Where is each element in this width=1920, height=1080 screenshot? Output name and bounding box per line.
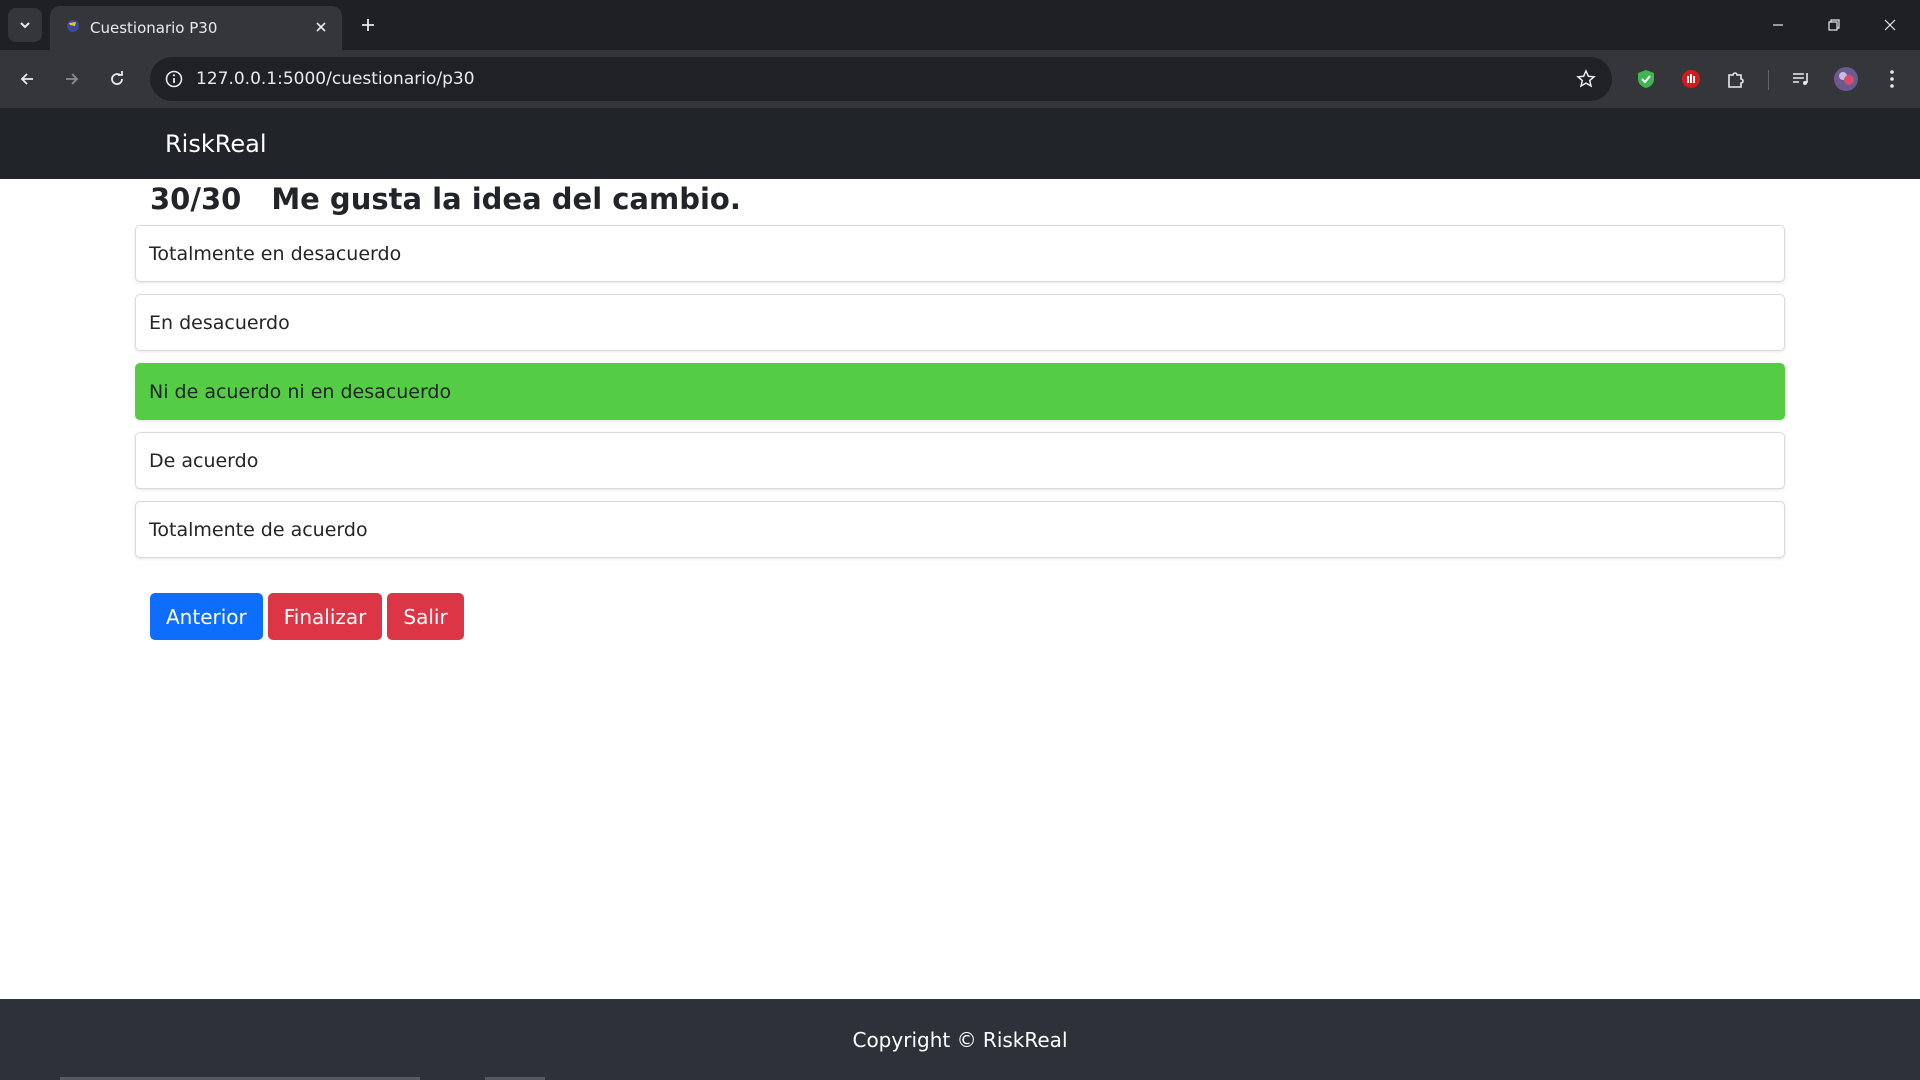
answer-options: Totalmente en desacuerdo En desacuerdo N… [135, 225, 1785, 570]
restore-icon [1828, 19, 1840, 31]
shield-extension-icon[interactable] [1631, 64, 1661, 94]
arrow-right-icon [66, 73, 79, 85]
browser-tab-bar: Cuestionario P30 [0, 0, 1920, 50]
question-heading: 30/30 Me gusta la idea del cambio. [150, 180, 741, 218]
finish-button[interactable]: Finalizar [267, 593, 383, 640]
question-text: Me gusta la idea del cambio. [271, 182, 741, 216]
reload-icon [111, 71, 123, 85]
chevron-down-icon [20, 22, 30, 29]
minimize-button[interactable] [1750, 0, 1806, 50]
address-bar[interactable]: 127.0.0.1:5000/cuestionario/p30 [150, 57, 1612, 101]
new-tab-button[interactable] [354, 11, 382, 39]
brand-link[interactable]: RiskReal [165, 130, 266, 158]
page-footer: Copyright © RiskReal [0, 999, 1920, 1080]
exit-button[interactable]: Salir [387, 593, 464, 640]
reload-button[interactable] [100, 62, 134, 96]
close-window-button[interactable] [1862, 0, 1918, 50]
extensions-puzzle-icon[interactable] [1721, 64, 1751, 94]
browser-toolbar: 127.0.0.1:5000/cuestionario/p30 [0, 50, 1920, 108]
toolbar-divider [1768, 70, 1769, 90]
tab-search-button[interactable] [8, 8, 42, 42]
forward-button[interactable] [55, 62, 89, 96]
app-navbar: RiskReal [0, 108, 1920, 179]
info-icon[interactable] [162, 67, 186, 91]
more-menu-icon[interactable] [1877, 64, 1907, 94]
profile-avatar[interactable] [1831, 64, 1861, 94]
arrow-left-icon [20, 73, 33, 85]
url-text: 127.0.0.1:5000/cuestionario/p30 [196, 69, 475, 89]
option-totally-agree[interactable]: Totalmente de acuerdo [135, 501, 1785, 558]
restore-button[interactable] [1806, 0, 1862, 50]
option-agree[interactable]: De acuerdo [135, 432, 1785, 489]
minimize-icon [1773, 24, 1783, 26]
previous-button[interactable]: Anterior [150, 593, 263, 640]
option-neutral[interactable]: Ni de acuerdo ni en desacuerdo [135, 363, 1785, 420]
close-tab-icon[interactable] [310, 16, 332, 38]
tab-title: Cuestionario P30 [90, 19, 218, 37]
back-button[interactable] [10, 62, 44, 96]
hand-extension-icon[interactable] [1676, 64, 1706, 94]
browser-tab[interactable]: Cuestionario P30 [50, 6, 342, 50]
question-number: 30/30 [150, 182, 242, 216]
copyright-text: Copyright © RiskReal [852, 1027, 1068, 1052]
favicon-icon [67, 20, 79, 32]
bookmark-star-icon[interactable] [1574, 67, 1598, 91]
close-icon [1884, 19, 1896, 31]
plus-icon [362, 19, 374, 31]
media-control-icon[interactable] [1786, 64, 1816, 94]
option-totally-disagree[interactable]: Totalmente en desacuerdo [135, 225, 1785, 282]
action-buttons: Anterior Finalizar Salir [150, 593, 464, 640]
option-disagree[interactable]: En desacuerdo [135, 294, 1785, 351]
